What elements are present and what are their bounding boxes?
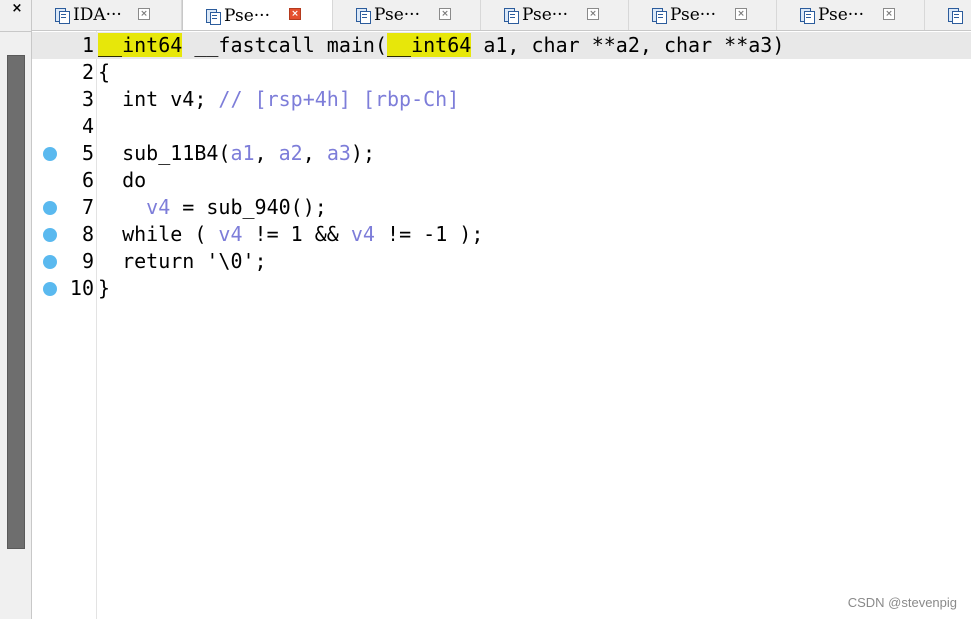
- tab-label: Pse···: [670, 5, 716, 25]
- pseudocode-window-icon: [55, 8, 70, 24]
- pseudocode-window-icon: [948, 8, 963, 24]
- line-number: 2: [81, 60, 94, 84]
- pseudocode-window-icon: [800, 8, 815, 24]
- code-text[interactable]: {: [98, 59, 110, 86]
- code-text[interactable]: sub_11B4(a1, a2, a3);: [98, 140, 375, 167]
- tab-pseudocode[interactable]: Pse··· ×: [333, 0, 481, 30]
- tab-close-icon[interactable]: ×: [439, 8, 451, 20]
- tab-close-icon[interactable]: ×: [587, 8, 599, 20]
- code-line[interactable]: 2 {: [32, 59, 971, 86]
- breakpoint-dot-icon[interactable]: [43, 147, 57, 161]
- line-number: 7: [81, 195, 94, 219]
- tab-pseudocode-active[interactable]: Pse··· ×: [182, 0, 333, 30]
- line-number: 5: [81, 141, 94, 165]
- breakpoint-dot-icon[interactable]: [43, 255, 57, 269]
- tab-ida-view[interactable]: IDA··· ×: [32, 0, 182, 30]
- tab-close-icon[interactable]: ×: [735, 8, 747, 20]
- breakpoint-dot-icon[interactable]: [43, 201, 57, 215]
- code-comment: // [rsp+4h] [rbp-Ch]: [218, 87, 460, 111]
- line-number: 6: [81, 168, 94, 192]
- pseudocode-window-icon: [504, 8, 519, 24]
- tab-close-icon[interactable]: ×: [138, 8, 150, 20]
- code-line[interactable]: 3 int v4; // [rsp+4h] [rbp-Ch]: [32, 86, 971, 113]
- tab-label: IDA···: [73, 5, 122, 25]
- tab-label: Pse···: [818, 5, 864, 25]
- tab-close-icon[interactable]: ×: [883, 8, 895, 20]
- left-panel-strip: ×: [0, 0, 32, 619]
- tab-close-icon[interactable]: ×: [289, 8, 301, 20]
- pseudocode-window-icon: [652, 8, 667, 24]
- code-line[interactable]: 7 v4 = sub_940();: [32, 194, 971, 221]
- code-line[interactable]: 1 __int64 __fastcall main(__int64 a1, ch…: [32, 32, 971, 59]
- strip-divider: [0, 31, 31, 32]
- line-number: 8: [81, 222, 94, 246]
- tab-label: Pse···: [522, 5, 568, 25]
- code-line[interactable]: 8 while ( v4 != 1 && v4 != -1 );: [32, 221, 971, 248]
- code-text[interactable]: do: [98, 167, 146, 194]
- line-number: 1: [81, 33, 94, 57]
- close-panel-button[interactable]: ×: [9, 1, 25, 17]
- code-text[interactable]: while ( v4 != 1 && v4 != -1 );: [98, 221, 483, 248]
- code-line[interactable]: 4: [32, 113, 971, 140]
- code-text[interactable]: }: [98, 275, 110, 302]
- tab-pseudocode[interactable]: Pse··· ×: [629, 0, 777, 30]
- line-number: 10: [69, 276, 94, 300]
- tab-label: Pse···: [224, 5, 270, 26]
- code-text[interactable]: int v4; // [rsp+4h] [rbp-Ch]: [98, 86, 459, 113]
- tab-pseudocode-partial[interactable]: [925, 0, 971, 30]
- tab-pseudocode[interactable]: Pse··· ×: [481, 0, 629, 30]
- code-text[interactable]: __int64 __fastcall main(__int64 a1, char…: [98, 32, 784, 59]
- code-line[interactable]: 6 do: [32, 167, 971, 194]
- tab-pseudocode[interactable]: Pse··· ×: [777, 0, 925, 30]
- code-text[interactable]: v4 = sub_940();: [98, 194, 327, 221]
- pseudocode-window-icon: [206, 8, 221, 25]
- code-line[interactable]: 10 }: [32, 275, 971, 302]
- code-text[interactable]: return '\0';: [98, 248, 267, 275]
- tab-label: Pse···: [374, 5, 420, 25]
- code-line[interactable]: 5 sub_11B4(a1, a2, a3);: [32, 140, 971, 167]
- breakpoint-dot-icon[interactable]: [43, 228, 57, 242]
- tab-bar: IDA··· × Pse··· × Pse··· × Pse··· × Pse·…: [32, 0, 971, 31]
- line-number: 3: [81, 87, 94, 111]
- line-number: 9: [81, 249, 94, 273]
- breakpoint-dot-icon[interactable]: [43, 282, 57, 296]
- pseudocode-window-icon: [356, 8, 371, 24]
- code-line[interactable]: 9 return '\0';: [32, 248, 971, 275]
- vertical-scrollbar[interactable]: [7, 55, 25, 549]
- line-number: 4: [81, 114, 94, 138]
- watermark-text: CSDN @stevenpig: [847, 595, 957, 610]
